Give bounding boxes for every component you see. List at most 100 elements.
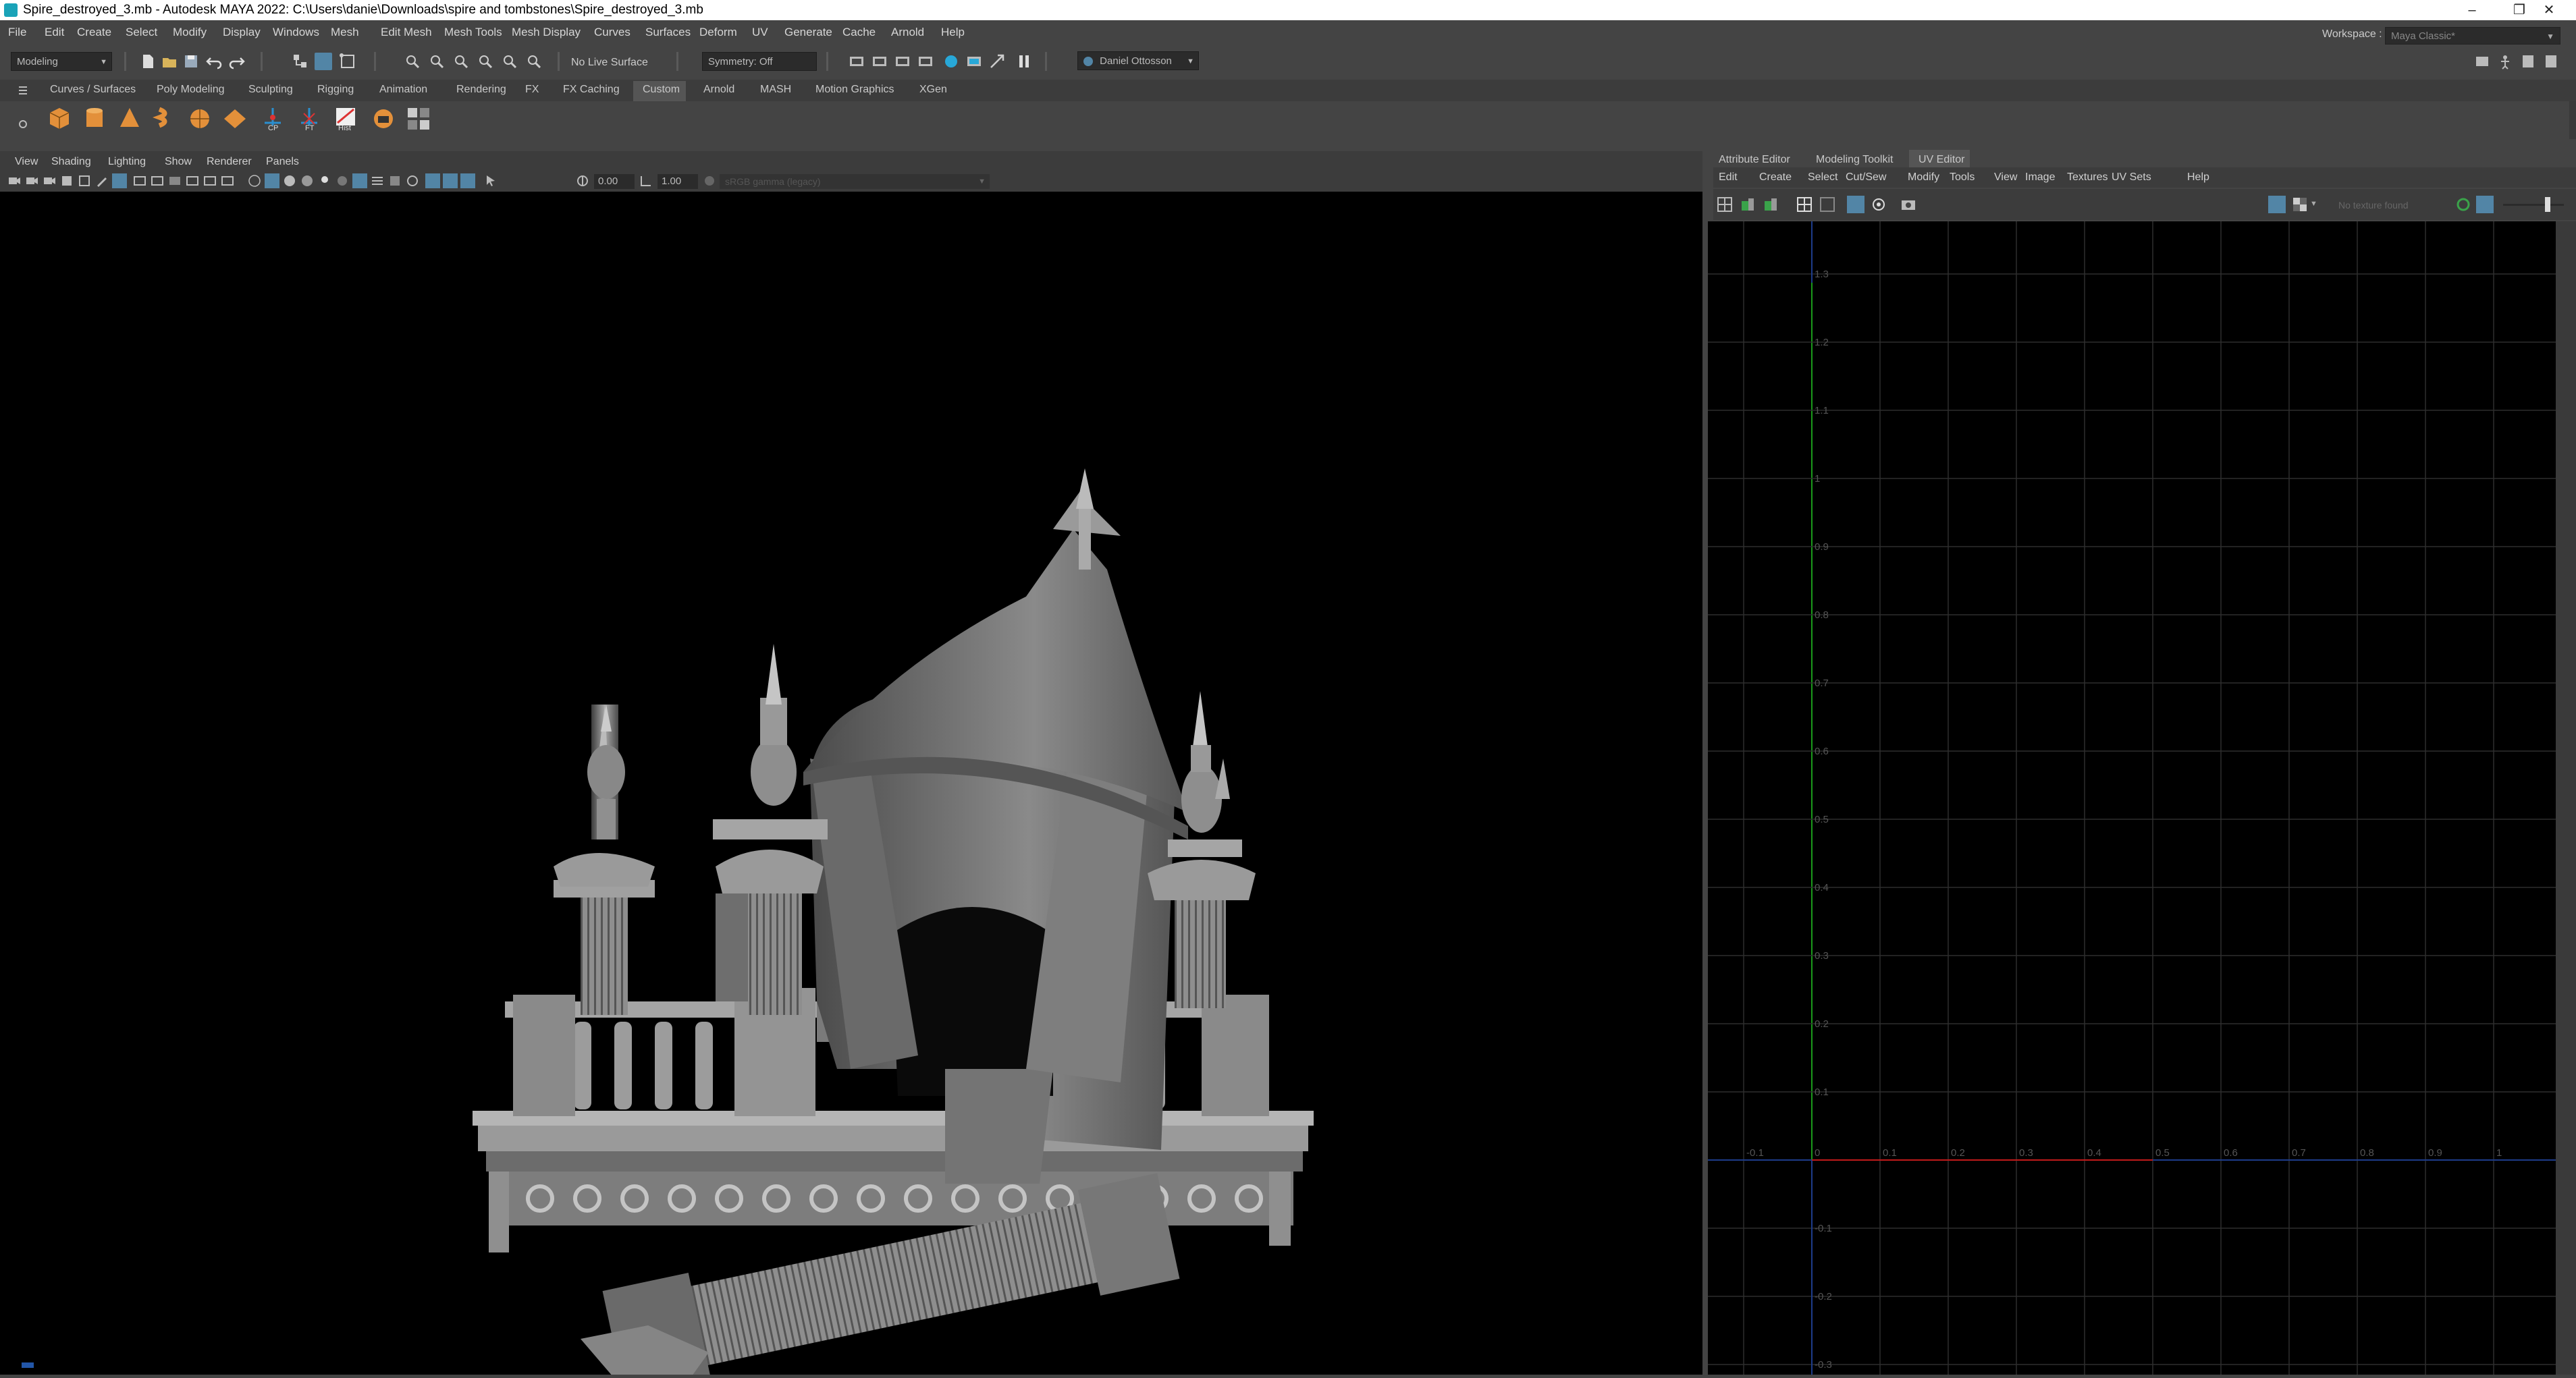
pause-viewport-icon[interactable] [1015,53,1033,70]
shadows-icon[interactable] [335,173,350,188]
snapshot-icon[interactable] [1900,196,1917,213]
menu-file[interactable]: File [8,26,26,39]
viewport-menu-view[interactable]: View [15,156,38,168]
tab-uv-editor[interactable]: UV Editor [1918,154,1964,166]
safe-action-icon[interactable] [203,173,217,188]
poly-cube-icon[interactable] [45,104,74,134]
menu-uv[interactable]: UV [752,26,768,39]
light-editor-icon[interactable] [988,53,1006,70]
render-setup-icon[interactable] [965,53,983,70]
snap-to-grid-icon[interactable] [404,53,421,70]
safe-title-icon[interactable] [220,173,235,188]
smooth-shade-button[interactable] [265,173,279,188]
attribute-editor-icon[interactable] [2519,53,2537,70]
shelf-tab-motion-graphics[interactable]: Motion Graphics [815,84,894,96]
viewport-menu-show[interactable]: Show [165,156,192,168]
checker-map-icon[interactable] [2291,196,2309,213]
gate-mask-icon[interactable] [167,173,182,188]
menu-curves[interactable]: Curves [594,26,630,39]
menu-surfaces[interactable]: Surfaces [645,26,691,39]
symmetry-dropdown[interactable]: Symmetry: Off [702,52,817,71]
poly-cylinder-icon[interactable] [80,104,109,134]
shelf-tab-rendering[interactable]: Rendering [456,84,506,96]
snap-to-point-icon[interactable] [452,53,470,70]
viewport-menu-panels[interactable]: Panels [266,156,299,168]
uv-editor-scrollbar[interactable] [2556,221,2576,1375]
close-button[interactable]: ✕ [2522,0,2576,20]
brightness-slider-handle[interactable] [2545,197,2550,212]
menu-generate[interactable]: Generate [784,26,832,39]
uv-menu-uv-sets[interactable]: UV Sets [2112,171,2151,184]
shelf-tab-xgen[interactable]: XGen [919,84,947,96]
render-current-frame-icon[interactable] [871,53,888,70]
brightness-slider-track[interactable] [2503,204,2564,206]
shelf-tab-custom[interactable]: Custom [643,84,680,96]
menu-mesh-display[interactable]: Mesh Display [512,26,581,39]
menu-display[interactable]: Display [223,26,261,39]
snap-to-curve-icon[interactable] [428,53,446,70]
menu-deform[interactable]: Deform [699,26,737,39]
camera-attributes-icon[interactable] [24,173,39,188]
shelf-tab-arnold[interactable]: Arnold [703,84,734,96]
color-management-icon[interactable] [702,173,717,188]
select-hierarchy-icon[interactable] [292,53,309,70]
resolution-gate-icon[interactable] [150,173,165,188]
tab-modeling-toolkit[interactable]: Modeling Toolkit [1816,154,1893,166]
channel-box-icon[interactable] [2542,53,2560,70]
uv-toolkit-icon[interactable] [1716,196,1734,213]
shelf-tab-animation[interactable]: Animation [379,84,427,96]
image-range-button[interactable] [2476,196,2494,213]
snap-to-view-plane-icon[interactable] [501,53,518,70]
render-settings-icon[interactable] [917,53,934,70]
uv-shell-icon[interactable] [1739,196,1756,213]
isolate-select-button[interactable] [425,173,440,188]
update-psd-icon[interactable] [2454,196,2472,213]
user-account-dropdown[interactable]: Daniel Ottosson ▼ [1077,51,1199,70]
render-camera-icon[interactable] [369,104,398,134]
grease-pencil-icon[interactable] [95,173,109,188]
uv-grid-view[interactable]: -0.1 0 0.1 0.2 0.3 0.4 0.5 0.6 0.7 0.8 0.9 1 1.1 1.3 1… [1708,205,2576,1375]
shelf-menu-icon[interactable] [18,84,28,97]
shelf-tab-poly-modeling[interactable]: Poly Modeling [157,84,225,96]
shade-uvs-button[interactable] [1847,196,1864,213]
xray-joints-button[interactable] [460,173,475,188]
poly-cone-icon[interactable] [115,104,144,134]
poly-sphere-icon[interactable] [185,104,215,134]
view-transform-dropdown[interactable]: sRGB gamma (legacy) ▼ [720,174,990,189]
menu-arnold[interactable]: Arnold [891,26,924,39]
undo-icon[interactable] [205,53,223,70]
uv-menu-create[interactable]: Create [1759,171,1792,184]
workspace-dropdown[interactable]: Maya Classic* ▼ [2385,27,2560,45]
menu-modify[interactable]: Modify [173,26,207,39]
menu-select[interactable]: Select [126,26,157,39]
xray-button[interactable] [443,173,458,188]
select-object-mode-button[interactable] [315,53,332,70]
uv-distortion-icon[interactable] [1762,196,1779,213]
uv-menu-textures[interactable]: Textures [2067,171,2108,184]
depth-of-field-icon[interactable] [405,173,420,188]
menu-cache[interactable]: Cache [842,26,876,39]
mode-dropdown[interactable]: Modeling ▼ [11,52,112,71]
uv-menu-modify[interactable]: Modify [1908,171,1939,184]
ipr-render-icon[interactable] [894,53,911,70]
uv-menu-select[interactable]: Select [1808,171,1837,184]
menu-mesh[interactable]: Mesh [331,26,359,39]
menu-mesh-tools[interactable]: Mesh Tools [444,26,502,39]
exposure-field[interactable]: 0.00 [594,174,635,189]
modeling-toolkit-icon[interactable] [2473,53,2491,70]
uv-menu-tools[interactable]: Tools [1950,171,1975,184]
textured-icon[interactable] [300,173,315,188]
uv-menu-cut-sew[interactable]: Cut/Sew [1846,171,1886,184]
snap-to-projected-center-icon[interactable] [477,53,494,70]
shelf-options-icon[interactable] [18,119,28,130]
shelf-tab-curves-surfaces[interactable]: Curves / Surfaces [50,84,136,96]
viewport-menu-lighting[interactable]: Lighting [108,156,146,168]
shelf-tab-mash[interactable]: MASH [760,84,791,96]
perspective-viewport[interactable] [0,192,1702,1375]
viewport-menu-shading[interactable]: Shading [51,156,91,168]
shelf-tab-sculpting[interactable]: Sculpting [248,84,293,96]
viewport-menu-renderer[interactable]: Renderer [207,156,252,168]
poly-helix-icon[interactable] [150,104,180,134]
film-gate-icon[interactable] [132,173,147,188]
gamma-icon[interactable] [639,173,653,188]
